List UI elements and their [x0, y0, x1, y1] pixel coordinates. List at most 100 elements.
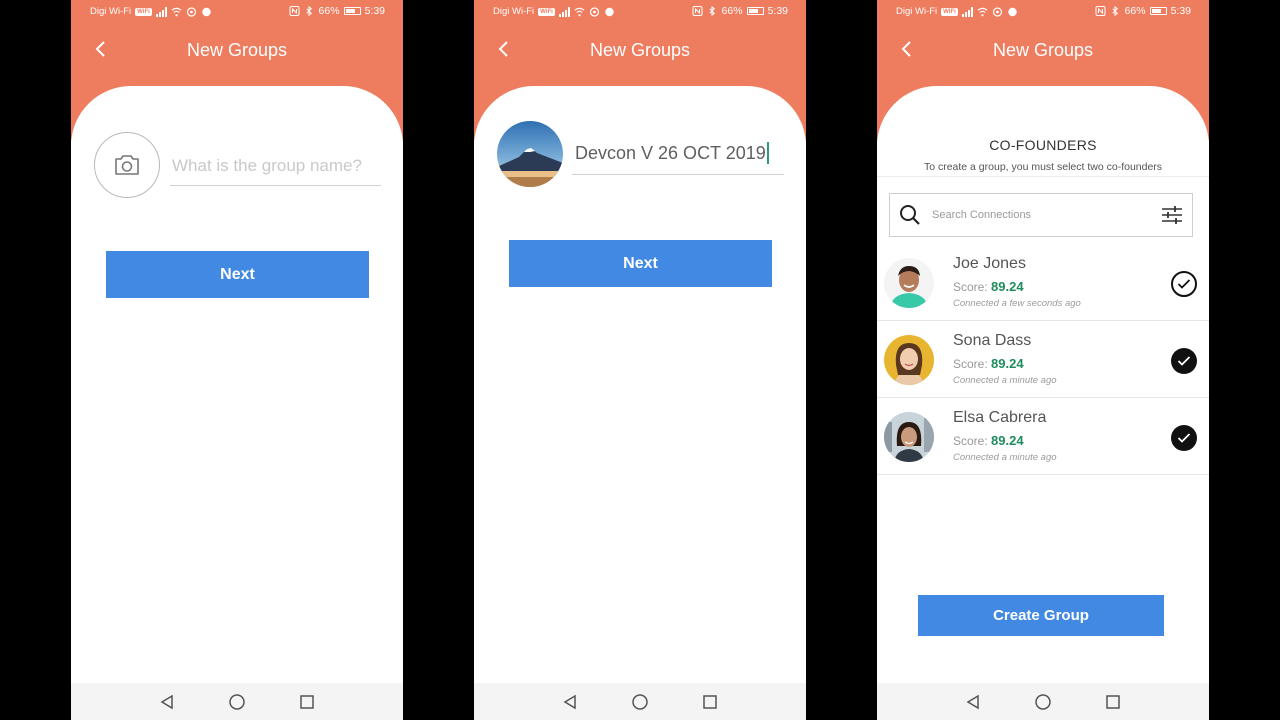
signal-icon	[155, 6, 167, 17]
nfc-icon	[692, 6, 703, 16]
android-nav-bar	[474, 683, 806, 720]
carrier-label: Digi Wi-Fi	[493, 6, 535, 17]
camera-icon	[115, 155, 139, 175]
avatar	[884, 258, 934, 308]
nav-recents-button[interactable]	[1103, 692, 1123, 712]
phone-screen-group-name-filled: Digi Wi-Fi WiFi 66% 5:39 New Groups Devc…	[474, 0, 806, 720]
clock: 5:39	[364, 5, 385, 17]
group-photo-picker[interactable]	[94, 132, 160, 198]
sliders-icon[interactable]	[1160, 203, 1184, 227]
check-circle-icon[interactable]	[1171, 425, 1197, 451]
connected-time: Connected a minute ago	[953, 452, 1057, 463]
group-name-input[interactable]: Devcon V 26 OCT 2019	[572, 132, 784, 175]
mountain-photo-icon	[497, 121, 563, 187]
clock: 5:39	[1170, 5, 1191, 17]
avatar	[884, 412, 934, 462]
nfc-icon	[289, 6, 300, 16]
page-title: New Groups	[186, 40, 288, 60]
score-value: 89.24	[991, 279, 1024, 294]
status-bar: Digi Wi-Fi WiFi 66% 5:39	[474, 0, 806, 24]
wifi-tag: WiFi	[941, 7, 958, 16]
recents-square-icon	[1106, 694, 1120, 709]
section-subtitle: To create a group, you must select two c…	[923, 161, 1163, 173]
section-title: CO-FOUNDERS	[989, 137, 1097, 153]
text-cursor	[766, 142, 769, 164]
home-circle-icon	[229, 693, 245, 710]
nfc-icon	[1095, 6, 1106, 16]
contact-name: Joe Jones	[953, 255, 1026, 272]
recents-square-icon	[300, 694, 314, 709]
hotspot-icon	[186, 6, 196, 17]
battery-icon	[746, 7, 764, 15]
nav-back-button[interactable]	[963, 692, 983, 712]
contact-score: Score: 89.24	[953, 433, 1024, 448]
phone-screen-group-name: Digi Wi-Fi WiFi 66% 5:39 New Groups What…	[71, 0, 403, 720]
alarm-icon	[605, 7, 614, 16]
hotspot-icon	[589, 6, 599, 17]
nav-recents-button[interactable]	[297, 692, 317, 712]
bluetooth-icon	[708, 6, 715, 16]
signal-icon	[961, 6, 973, 17]
score-label: Score:	[953, 280, 988, 294]
search-box	[889, 193, 1193, 237]
wifi-icon	[171, 7, 182, 16]
status-bar: Digi Wi-Fi WiFi 66% 5:39	[71, 0, 403, 24]
nav-recents-button[interactable]	[700, 692, 720, 712]
signal-icon	[558, 6, 570, 17]
check-circle-icon[interactable]	[1171, 348, 1197, 374]
create-group-button[interactable]: Create Group	[918, 595, 1164, 636]
clock: 5:39	[767, 5, 788, 17]
back-triangle-icon	[160, 694, 173, 709]
android-nav-bar	[877, 683, 1209, 720]
battery-icon	[1149, 7, 1167, 15]
contact-row-elsa-cabrera[interactable]: Elsa Cabrera Score: 89.24 Connected a mi…	[877, 399, 1209, 475]
page-title: New Groups	[589, 40, 691, 60]
nav-home-button[interactable]	[1033, 692, 1053, 712]
check-circle-icon[interactable]	[1171, 271, 1197, 297]
wifi-icon	[977, 7, 988, 16]
connected-time: Connected a few seconds ago	[953, 298, 1081, 309]
home-circle-icon	[1035, 693, 1051, 710]
wifi-icon	[574, 7, 585, 16]
search-icon[interactable]	[897, 202, 923, 228]
contact-row-joe-jones[interactable]: Joe Jones Score: 89.24 Connected a few s…	[877, 245, 1209, 321]
nav-back-button[interactable]	[560, 692, 580, 712]
bluetooth-icon	[305, 6, 312, 16]
bluetooth-icon	[1111, 6, 1118, 16]
connected-time: Connected a minute ago	[953, 375, 1057, 386]
alarm-icon	[1008, 7, 1017, 16]
wifi-tag: WiFi	[538, 7, 555, 16]
back-triangle-icon	[563, 694, 576, 709]
contact-row-sona-dass[interactable]: Sona Dass Score: 89.24 Connected a minut…	[877, 322, 1209, 398]
contact-score: Score: 89.24	[953, 279, 1024, 294]
alarm-icon	[202, 7, 211, 16]
score-label: Score:	[953, 434, 988, 448]
divider	[877, 176, 1209, 177]
android-nav-bar	[71, 683, 403, 720]
score-label: Score:	[953, 357, 988, 371]
group-name-input[interactable]	[170, 146, 381, 186]
nav-home-button[interactable]	[630, 692, 650, 712]
score-value: 89.24	[991, 433, 1024, 448]
recents-square-icon	[703, 694, 717, 709]
next-button[interactable]: Next	[509, 240, 772, 287]
nav-home-button[interactable]	[227, 692, 247, 712]
group-name-value: Devcon V 26 OCT 2019	[575, 142, 766, 163]
hotspot-icon	[992, 6, 1002, 17]
battery-icon	[343, 7, 361, 15]
avatar	[884, 335, 934, 385]
nav-back-button[interactable]	[157, 692, 177, 712]
carrier-label: Digi Wi-Fi	[896, 6, 938, 17]
phone-screen-cofounders: Digi Wi-Fi WiFi 66% 5:39 New Groups CO-F…	[877, 0, 1209, 720]
home-circle-icon	[632, 693, 648, 710]
next-button[interactable]: Next	[106, 251, 369, 298]
page-title: New Groups	[992, 40, 1094, 60]
score-value: 89.24	[991, 356, 1024, 371]
battery-percent: 66%	[1124, 5, 1146, 17]
search-input[interactable]	[932, 209, 1160, 221]
wifi-tag: WiFi	[135, 7, 152, 16]
contact-name: Elsa Cabrera	[953, 409, 1047, 426]
group-photo[interactable]	[497, 121, 563, 187]
back-triangle-icon	[966, 694, 979, 709]
status-bar: Digi Wi-Fi WiFi 66% 5:39	[877, 0, 1209, 24]
